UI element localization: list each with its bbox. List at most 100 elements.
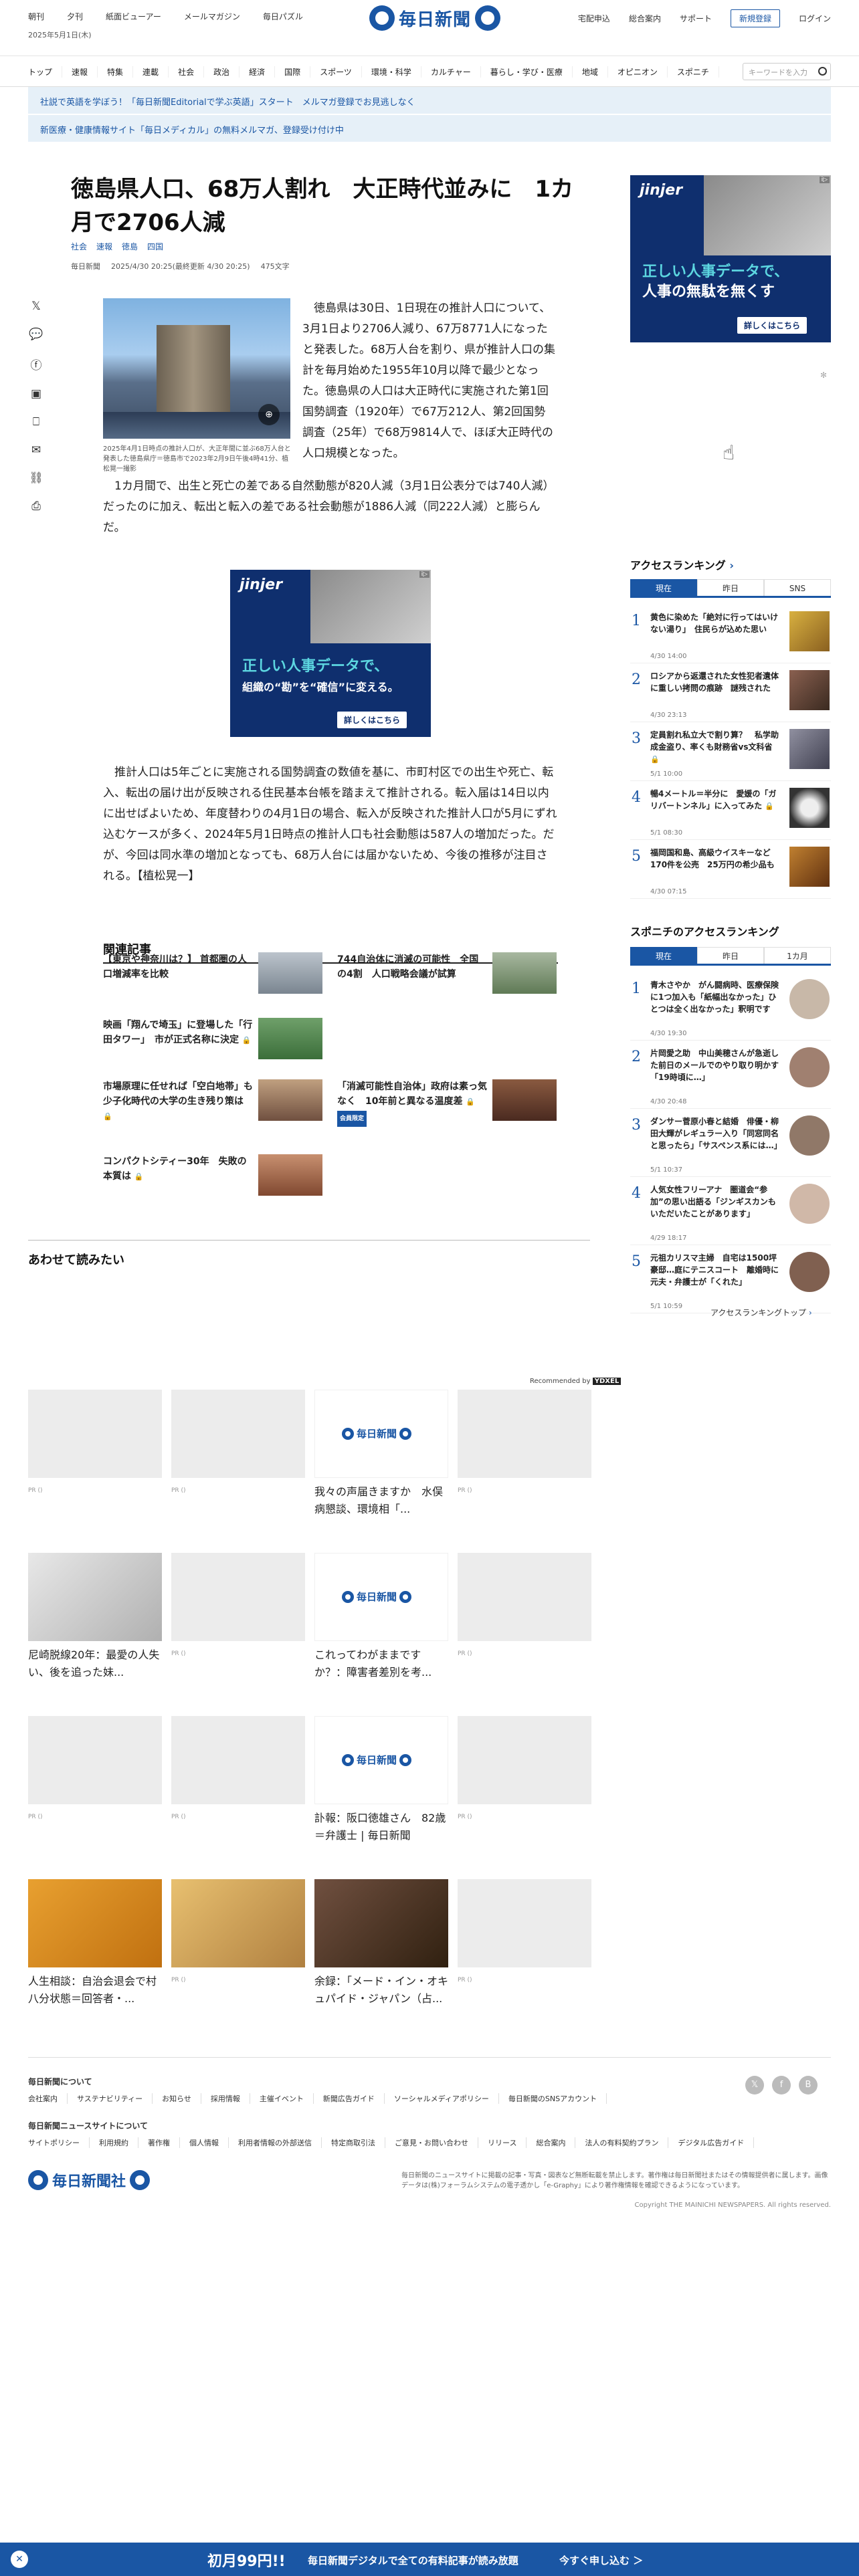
x-icon[interactable]: 𝕏 <box>745 2076 764 2095</box>
footer-link[interactable]: ソーシャルメディアポリシー <box>385 2093 499 2104</box>
subscribe-cta[interactable]: 今すぐ申し込む ＞ <box>559 2553 643 2567</box>
nav-puzzle[interactable]: 毎日パズル <box>263 11 303 22</box>
cat-science[interactable]: 環境・科学 <box>362 66 421 78</box>
sponichi-ranking-title[interactable]: スポニチのアクセスランキング <box>630 923 779 939</box>
read-together-card[interactable]: PR () <box>458 1553 591 1700</box>
hatena-share-icon[interactable]: ▣ <box>31 387 41 401</box>
related-item[interactable]: 「消滅可能性自治体」政府は素っ気なく 10年前と異なる温度差 🔒 会員限定 <box>337 1079 558 1127</box>
cat-life[interactable]: 暮らし・学び・医療 <box>481 66 573 78</box>
nav-morning-edition[interactable]: 朝刊 <box>28 11 44 22</box>
footer-link[interactable]: 主催イベント <box>250 2093 314 2104</box>
footer-link[interactable]: 総合案内 <box>527 2137 576 2148</box>
nav-delivery[interactable]: 宅配申込 <box>578 13 610 24</box>
close-icon[interactable]: ✕ <box>11 2551 28 2568</box>
ranking-top-link[interactable]: アクセスランキングトップ › <box>710 1307 812 1318</box>
tag-society[interactable]: 社会 <box>71 241 87 252</box>
site-logo[interactable]: 毎日新聞 <box>369 5 501 31</box>
tag-breaking[interactable]: 速報 <box>96 241 112 252</box>
read-together-card[interactable]: PR () <box>171 1879 305 2026</box>
nav-support[interactable]: サポート <box>680 13 712 24</box>
sponichi-item[interactable]: 1 青木さやか がん闘病時、医療保険に1つ加入も「紙幅出なかった」ひとつは全く出… <box>630 975 831 1041</box>
article-photo[interactable]: ⊕ <box>103 298 290 439</box>
cat-politics[interactable]: 政治 <box>204 66 240 78</box>
related-item[interactable]: 744自治体に消滅の可能性 全国の4割 人口戦略会議が試算 <box>337 952 558 995</box>
print-icon[interactable]: ⎙ <box>31 500 41 513</box>
read-together-card[interactable]: PR () <box>28 1390 162 1537</box>
read-together-card[interactable]: 余録：「メード・イン・オキュパイド・ジャパン（占... <box>314 1879 448 2026</box>
related-item[interactable]: 映画「翔んで埼玉」に登場した「行田タワー」 市が正式名称に決定 🔒 <box>103 1018 324 1061</box>
footer-link[interactable]: 利用者情報の外部送信 <box>229 2137 322 2148</box>
cat-region[interactable]: 地域 <box>573 66 608 78</box>
ad-cta-button[interactable]: 詳しくはこちら <box>737 317 807 334</box>
footer-link[interactable]: デジタル広告ガイド <box>668 2137 755 2148</box>
read-together-card[interactable]: PR () <box>28 1716 162 1863</box>
read-together-card[interactable]: PR () <box>171 1716 305 1863</box>
notice-medical[interactable]: 新医療・健康情報サイト「毎日メディカル」の無料メルマガ、登録受け付け中 <box>28 115 831 142</box>
cat-culture[interactable]: カルチャー <box>421 66 481 78</box>
sponichi-item[interactable]: 3 ダンサー菅原小春と結婚 俳優・柳田大輝がレギュラー入り「同窓同名と思ったら」… <box>630 1111 831 1177</box>
read-together-card[interactable]: 尼崎脱線20年：最愛の人失い、後を追った妹... <box>28 1553 162 1700</box>
footer-link[interactable]: 利用規約 <box>90 2137 138 2148</box>
zoom-icon[interactable]: ⊕ <box>258 404 280 425</box>
read-together-card[interactable]: 毎日新聞 これってわがままですか？：障害者差別を考... <box>314 1553 448 1700</box>
comment-icon[interactable]: 💬 <box>29 328 43 341</box>
mid-article-ad[interactable]: jinjer 正しい人事データで、 組織の“勘”を“確信”に変える。 詳しくはこち… <box>230 570 431 737</box>
cat-top[interactable]: トップ <box>28 66 63 78</box>
sidebar-ad[interactable]: jinjer 正しい人事データで、 人事の無駄を無くす 詳しくはこちら i▷ <box>630 175 831 342</box>
tab-sponichi-now[interactable]: 現在 <box>630 947 697 964</box>
cat-society[interactable]: 社会 <box>169 66 205 78</box>
nav-guide[interactable]: 総合案内 <box>629 13 661 24</box>
ad-close-icon[interactable]: ✻ <box>820 370 827 380</box>
sponichi-item[interactable]: 2 片岡愛之助 中山美穂さんが急逝した前日のメールでのやり取り明かす「19時頃に… <box>630 1043 831 1109</box>
cat-breaking[interactable]: 速報 <box>62 66 98 78</box>
footer-link[interactable]: 毎日新聞のSNSアカウント <box>499 2093 607 2104</box>
hatena-icon[interactable]: B <box>799 2076 818 2095</box>
x-share-icon[interactable]: 𝕏 <box>31 300 41 313</box>
ranking-item[interactable]: 5 福岡国和島、高級ウイスキーなど170件を公売 25万円の希少品も 4/30 … <box>630 843 831 899</box>
related-item[interactable]: 【東京や神奈川は？】 首都圏の人口増減率を比較 <box>103 952 324 995</box>
cat-series[interactable]: 連載 <box>133 66 169 78</box>
footer-link[interactable]: リリース <box>478 2137 527 2148</box>
ranking-item[interactable]: 4 暢4メートル＝半分に 愛媛の「ガリバートンネル」に入ってみた 🔒 5/1 0… <box>630 784 831 840</box>
tab-ranking-now[interactable]: 現在 <box>630 579 697 596</box>
footer-link[interactable]: 会社案内 <box>28 2093 68 2104</box>
related-item[interactable]: コンパクトシティー30年 失敗の本質は 🔒 <box>103 1154 324 1197</box>
link-copy-icon[interactable]: ⛓ <box>29 471 43 485</box>
notice-editorial[interactable]: 社説で英語を学ぼう！「毎日新聞Editorialで学ぶ英語」スタート メルマガ登… <box>28 87 831 114</box>
read-together-card[interactable]: PR () <box>171 1553 305 1700</box>
footer-link[interactable]: ご意見・お問い合わせ <box>385 2137 478 2148</box>
ranking-title[interactable]: アクセスランキング › <box>630 556 734 572</box>
tab-ranking-sns[interactable]: SNS <box>764 579 831 596</box>
footer-link[interactable]: 法人の有料契約プラン <box>575 2137 669 2148</box>
ranking-item[interactable]: 1 黄色に染めた「絶対に行ってはいけない湯り」 住民らが込めた思い 4/30 1… <box>630 607 831 663</box>
nav-evening-edition[interactable]: 夕刊 <box>67 11 83 22</box>
footer-link[interactable]: 特定商取引法 <box>322 2137 385 2148</box>
related-item[interactable]: 市場原理に任せれば「空白地帯」も 少子化時代の大学の生き残り策は 🔒 <box>103 1079 324 1122</box>
cat-opinion[interactable]: オピニオン <box>608 66 668 78</box>
cat-economy[interactable]: 経済 <box>240 66 276 78</box>
footer-link[interactable]: 新聞広告ガイド <box>314 2093 385 2104</box>
read-together-card[interactable]: PR () <box>458 1390 591 1537</box>
tab-ranking-yesterday[interactable]: 昨日 <box>697 579 764 596</box>
read-together-card[interactable]: PR () <box>171 1390 305 1537</box>
cat-sponichi[interactable]: スポニチ <box>668 66 719 78</box>
sponichi-item[interactable]: 5 元祖カリスマ主婦 自宅は1500坪豪邸…庭にテニスコート 離婚時に元夫・弁護… <box>630 1248 831 1313</box>
cat-feature[interactable]: 特集 <box>98 66 134 78</box>
bookmark-icon[interactable]: ⎕ <box>33 415 39 429</box>
tab-sponichi-yesterday[interactable]: 昨日 <box>697 947 764 964</box>
footer-link[interactable]: お知らせ <box>153 2093 201 2104</box>
nav-mail-magazine[interactable]: メールマガジン <box>184 11 240 22</box>
register-button[interactable]: 新規登録 <box>730 9 780 27</box>
ad-info-icon[interactable]: i▷ <box>419 571 430 578</box>
read-together-card[interactable]: 毎日新聞 我々の声届きますか 水俣病懇談、環境相「... <box>314 1390 448 1537</box>
facebook-icon[interactable]: f <box>772 2076 791 2095</box>
footer-link[interactable]: 採用情報 <box>201 2093 250 2104</box>
tag-tokushima[interactable]: 徳島 <box>122 241 138 252</box>
read-together-card[interactable]: 人生相談：自治会退会で村八分状態＝回答者・... <box>28 1879 162 2026</box>
facebook-share-icon[interactable]: ⓕ <box>31 356 42 372</box>
cat-sports[interactable]: スポーツ <box>310 66 362 78</box>
ranking-item[interactable]: 2 ロシアから返還された女性犯者遺体に重しい拷問の痕跡 謎残された 4/30 2… <box>630 666 831 722</box>
subscribe-bar[interactable]: ✕ 初月99円!! 毎日新聞デジタルで全ての有料記事が読み放題 今すぐ申し込む … <box>0 2543 859 2576</box>
mail-share-icon[interactable]: ✉ <box>31 443 41 457</box>
cat-international[interactable]: 国際 <box>275 66 311 78</box>
